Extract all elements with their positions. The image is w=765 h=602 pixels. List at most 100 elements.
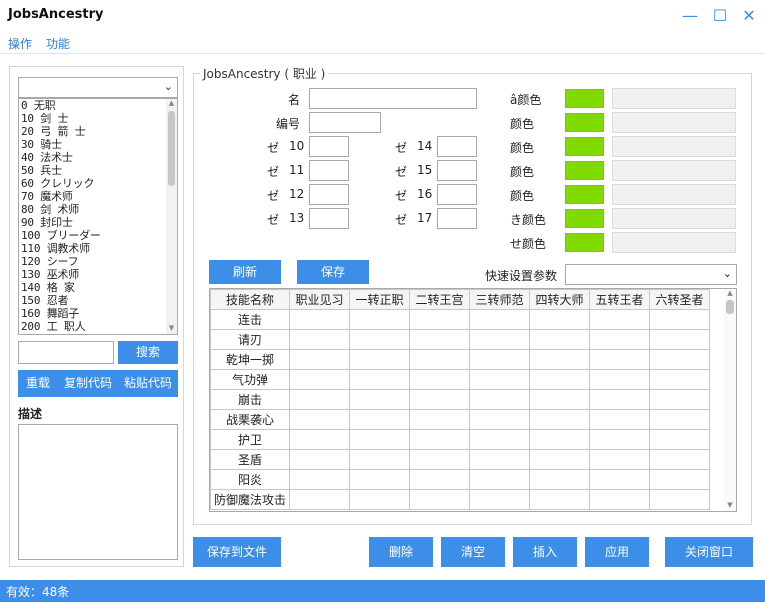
skill-grid[interactable]: 技能名称 职业见习 一转正职 二转王宫 三转师范 四转大师 五转王者 六转圣者 连击 请刃 乾坤一…	[209, 288, 737, 512]
grid-header-cell[interactable]: 三转师范	[469, 289, 530, 310]
level-input[interactable]	[309, 208, 349, 229]
job-list-item[interactable]: 30 骑士	[19, 138, 177, 151]
skill-value-cell[interactable]	[289, 449, 350, 470]
skill-value-cell[interactable]	[649, 349, 710, 370]
skill-value-cell[interactable]	[349, 389, 410, 410]
job-list-scrollbar[interactable]: ▲ ▼	[166, 99, 177, 334]
skill-value-cell[interactable]	[409, 489, 470, 510]
job-list-item[interactable]: 120 シーフ	[19, 255, 177, 268]
level-input[interactable]	[309, 184, 349, 205]
table-row[interactable]: 阳炎	[210, 469, 710, 490]
level-input[interactable]	[309, 136, 349, 157]
skill-value-cell[interactable]	[529, 329, 590, 350]
skill-name-cell[interactable]: 气功弹	[210, 369, 290, 390]
grid-header-cell[interactable]: 五转王者	[589, 289, 650, 310]
skill-value-cell[interactable]	[529, 409, 590, 430]
color-swatch[interactable]	[565, 161, 604, 180]
skill-value-cell[interactable]	[289, 349, 350, 370]
skill-value-cell[interactable]	[649, 389, 710, 410]
description-textarea[interactable]	[18, 424, 178, 560]
level-input[interactable]	[437, 160, 477, 181]
job-list-item[interactable]: 90 封印士	[19, 216, 177, 229]
skill-value-cell[interactable]	[289, 429, 350, 450]
grid-header-cell[interactable]: 六转圣者	[649, 289, 710, 310]
skill-value-cell[interactable]	[649, 429, 710, 450]
skill-name-cell[interactable]: 护卫	[210, 429, 290, 450]
skill-value-cell[interactable]	[289, 369, 350, 390]
table-row[interactable]: 请刃	[210, 329, 710, 350]
skill-value-cell[interactable]	[589, 409, 650, 430]
color-swatch[interactable]	[565, 185, 604, 204]
table-row[interactable]: 连击	[210, 309, 710, 330]
skill-value-cell[interactable]	[589, 429, 650, 450]
maximize-icon[interactable]: ☐	[710, 6, 730, 26]
skill-name-cell[interactable]: 圣盾	[210, 449, 290, 470]
grid-header-cell[interactable]: 二转王宫	[409, 289, 470, 310]
copy-code-button[interactable]: 复制代码	[60, 370, 116, 397]
job-list-item[interactable]: 130 巫术师	[19, 268, 177, 281]
skill-value-cell[interactable]	[469, 469, 530, 490]
skill-name-cell[interactable]: 崩击	[210, 389, 290, 410]
skill-value-cell[interactable]	[409, 349, 470, 370]
search-button[interactable]: 搜索	[118, 341, 178, 364]
clear-button[interactable]: 清空	[441, 537, 505, 567]
skill-value-cell[interactable]	[529, 369, 590, 390]
scroll-up-icon[interactable]: ▲	[724, 289, 736, 299]
level-input[interactable]	[309, 160, 349, 181]
job-list-item[interactable]: 70 魔术师	[19, 190, 177, 203]
skill-name-cell[interactable]: 乾坤一掷	[210, 349, 290, 370]
skill-value-cell[interactable]	[349, 469, 410, 490]
skill-value-cell[interactable]	[409, 329, 470, 350]
skill-value-cell[interactable]	[349, 309, 410, 330]
skill-value-cell[interactable]	[589, 489, 650, 510]
scroll-down-icon[interactable]: ▼	[724, 501, 736, 511]
grid-header-cell[interactable]: 职业见习	[289, 289, 350, 310]
close-window-button[interactable]: 关闭窗口	[665, 537, 753, 567]
grid-header-cell[interactable]: 技能名称	[210, 289, 290, 310]
scroll-down-icon[interactable]: ▼	[166, 324, 177, 334]
refresh-button[interactable]: 刷新	[209, 260, 281, 284]
color-swatch[interactable]	[565, 137, 604, 156]
scroll-up-icon[interactable]: ▲	[166, 99, 177, 109]
skill-value-cell[interactable]	[589, 449, 650, 470]
color-swatch[interactable]	[565, 233, 604, 252]
level-input[interactable]	[437, 136, 477, 157]
scrollbar-thumb[interactable]	[168, 111, 175, 186]
skill-value-cell[interactable]	[349, 409, 410, 430]
skill-value-cell[interactable]	[649, 309, 710, 330]
skill-value-cell[interactable]	[289, 469, 350, 490]
job-list-item[interactable]: 110 调教术师	[19, 242, 177, 255]
paste-code-button[interactable]: 粘贴代码	[120, 370, 176, 397]
skill-name-cell[interactable]: 战栗袭心	[210, 409, 290, 430]
skill-value-cell[interactable]	[409, 409, 470, 430]
job-list-item[interactable]: 10 剑 士	[19, 112, 177, 125]
skill-value-cell[interactable]	[469, 329, 530, 350]
save-to-file-button[interactable]: 保存到文件	[193, 537, 281, 567]
skill-value-cell[interactable]	[349, 329, 410, 350]
job-list-item[interactable]: 40 法术士	[19, 151, 177, 164]
skill-value-cell[interactable]	[529, 309, 590, 330]
insert-button[interactable]: 插入	[513, 537, 577, 567]
color-swatch[interactable]	[565, 209, 604, 228]
save-button[interactable]: 保存	[297, 260, 369, 284]
job-list-item[interactable]: 140 格 家	[19, 281, 177, 294]
id-input[interactable]	[309, 112, 381, 133]
job-list-item[interactable]: 0 无职	[19, 99, 177, 112]
scrollbar-thumb[interactable]	[726, 300, 734, 314]
job-list-item[interactable]: 50 兵士	[19, 164, 177, 177]
job-list-item[interactable]: 100 ブリーダー	[19, 229, 177, 242]
skill-value-cell[interactable]	[289, 409, 350, 430]
skill-value-cell[interactable]	[589, 349, 650, 370]
skill-value-cell[interactable]	[649, 329, 710, 350]
skill-name-cell[interactable]: 阳炎	[210, 469, 290, 490]
job-list[interactable]: 0 无职 10 剑 士 20 弓 箭 士 30 骑士 40 法术士 50 兵士 60 クレリ…	[18, 98, 178, 335]
level-input[interactable]	[437, 184, 477, 205]
menu-function[interactable]: 功能	[46, 35, 70, 52]
search-input[interactable]	[18, 341, 114, 364]
skill-name-cell[interactable]: 连击	[210, 309, 290, 330]
skill-value-cell[interactable]	[649, 409, 710, 430]
skill-value-cell[interactable]	[529, 469, 590, 490]
skill-value-cell[interactable]	[409, 449, 470, 470]
skill-value-cell[interactable]	[409, 389, 470, 410]
skill-value-cell[interactable]	[349, 369, 410, 390]
